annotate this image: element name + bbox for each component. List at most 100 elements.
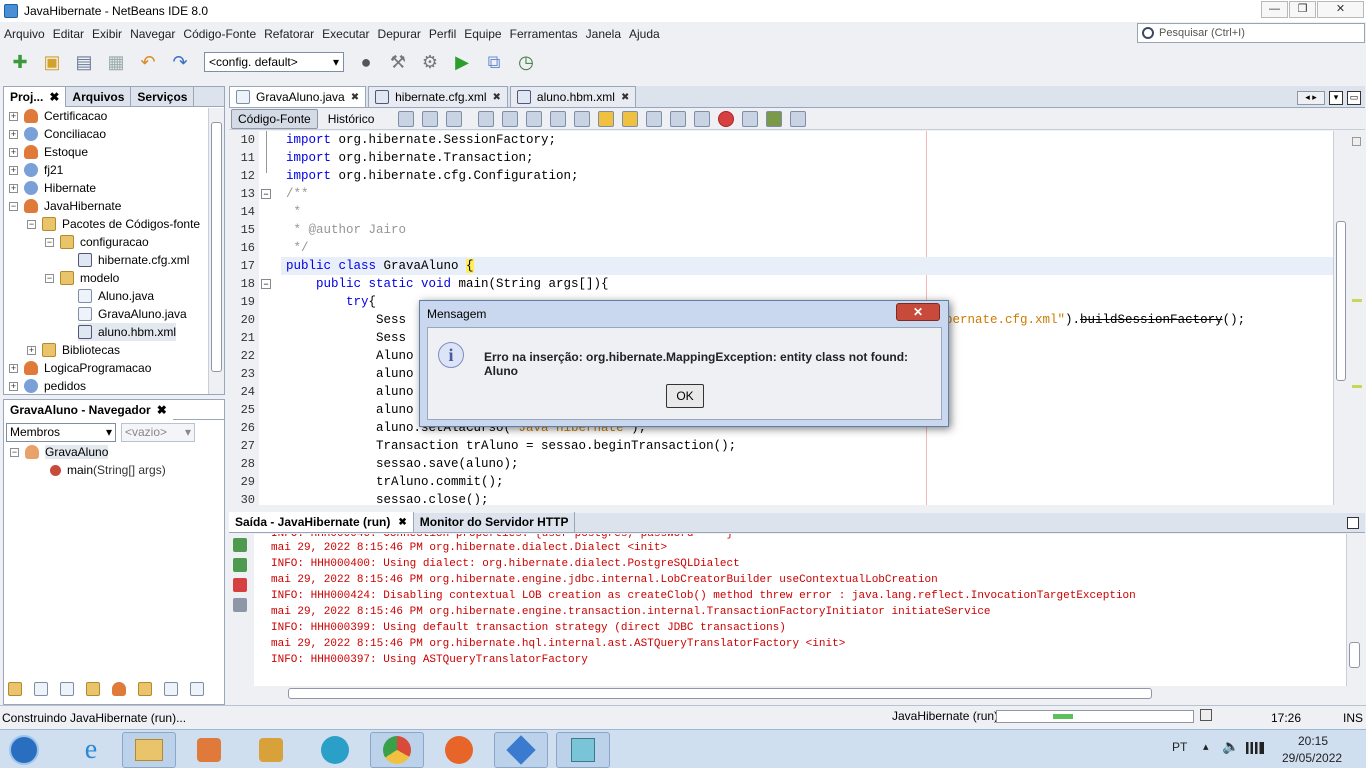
tree-item[interactable]: + pedidos (9, 377, 86, 395)
sort-source-icon[interactable] (190, 682, 204, 696)
previous-bookmark-icon[interactable] (598, 110, 615, 127)
non-public-icon[interactable] (112, 682, 126, 696)
show-hidden-icons[interactable]: ▴ (1203, 740, 1209, 753)
next-bookmark-icon[interactable] (622, 110, 639, 127)
notepad-icon[interactable] (556, 732, 610, 768)
ok-button[interactable]: OK (666, 384, 704, 408)
config-select[interactable]: <config. default> ▾ (204, 52, 344, 72)
menu-arquivo[interactable]: Arquivo (4, 27, 45, 41)
menu-refatorar[interactable]: Refatorar (264, 27, 314, 41)
tab-output[interactable]: Saída - JavaHibernate (run) ✖ (229, 512, 414, 532)
clock-date[interactable]: 29/05/2022 (1282, 751, 1342, 765)
tree-item[interactable]: + Conciliacao (9, 125, 106, 143)
toggle-bookmark-icon[interactable] (646, 110, 663, 127)
tree-item[interactable]: + Bibliotecas (27, 341, 120, 359)
chrome-icon[interactable] (370, 732, 424, 768)
last-edit-icon[interactable] (398, 110, 415, 127)
rerun-icon[interactable] (233, 538, 247, 552)
tree-item[interactable]: − JavaHibernate (9, 197, 121, 215)
output-hscrollbar[interactable] (254, 686, 1346, 702)
history-button[interactable]: Histórico (328, 112, 375, 126)
find-next-icon[interactable] (526, 110, 543, 127)
tree-item[interactable]: + fj21 (9, 161, 63, 179)
fold-toggle[interactable]: − (261, 279, 271, 289)
tree-item[interactable]: + Certificacao (9, 107, 107, 125)
tree-item[interactable]: + LogicaProgramacao (9, 359, 151, 377)
tab-aluno-hbm[interactable]: aluno.hbm.xml ✖ (509, 86, 637, 107)
rerun-with-args-icon[interactable] (233, 558, 247, 572)
search-box[interactable]: Pesquisar (Ctrl+I) (1137, 23, 1365, 43)
menu-navegar[interactable]: Navegar (130, 27, 175, 41)
sort-name-icon[interactable] (164, 682, 178, 696)
new-file-icon[interactable]: ✚ (8, 50, 32, 74)
tab-navigator[interactable]: GravaAluno - Navegador ✖ (4, 399, 173, 420)
globe-icon[interactable]: ● (354, 50, 378, 74)
fold-toggle[interactable]: − (261, 189, 271, 199)
start-button[interactable] (4, 732, 44, 768)
close-button[interactable]: ✕ (1317, 1, 1364, 18)
menu-codigo-fonte[interactable]: Código-Fonte (183, 27, 256, 41)
menu-janela[interactable]: Janela (586, 27, 621, 41)
close-icon[interactable]: ✖ (49, 90, 59, 104)
control-panel-icon[interactable] (244, 732, 298, 768)
scroll-thumb[interactable] (211, 122, 222, 372)
menu-editar[interactable]: Editar (53, 27, 84, 41)
tree-item[interactable]: GravaAluno.java (78, 305, 187, 323)
new-project-icon[interactable]: ▣ (40, 50, 64, 74)
tab-projects[interactable]: Proj... ✖ (4, 86, 67, 107)
projects-scrollbar[interactable] (208, 108, 224, 394)
volume-icon[interactable]: 🔈 (1222, 738, 1239, 755)
tab-files[interactable]: Arquivos (66, 86, 132, 107)
tab-scroll-arrows[interactable]: ◂ ▸ (1297, 91, 1325, 105)
navigator-class[interactable]: − GravaAluno (10, 443, 109, 461)
output-vscrollbar[interactable] (1346, 534, 1362, 686)
undo-icon[interactable]: ↶ (136, 50, 160, 74)
tab-gravaaluno[interactable]: GravaAluno.java ✖ (229, 86, 367, 107)
file-explorer-icon[interactable] (122, 732, 176, 768)
tree-item[interactable]: Aluno.java (78, 287, 154, 305)
firefox-icon[interactable] (432, 732, 486, 768)
tab-http-monitor[interactable]: Monitor do Servidor HTTP (414, 512, 576, 532)
find-previous-icon[interactable] (502, 110, 519, 127)
tree-item[interactable]: − Pacotes de Códigos-fonte (27, 215, 200, 233)
record-macro-icon[interactable] (718, 110, 735, 127)
maximize-editor-icon[interactable]: ▭ (1347, 91, 1361, 105)
tree-item[interactable]: − configuracao (45, 233, 149, 251)
editor-scrollbar[interactable] (1333, 131, 1348, 505)
run-icon[interactable]: ▶ (450, 50, 474, 74)
navigator-method[interactable]: main (String[] args) (50, 461, 166, 479)
toggle-rect-select-icon[interactable] (574, 110, 591, 127)
static-icon[interactable] (60, 682, 74, 696)
menu-exibir[interactable]: Exibir (92, 27, 122, 41)
sort-icon[interactable] (138, 682, 152, 696)
source-button[interactable]: Código-Fonte (231, 108, 318, 129)
internet-explorer-icon[interactable]: e (64, 732, 118, 768)
close-icon[interactable]: ✖ (493, 92, 501, 103)
shift-right-icon[interactable] (694, 110, 711, 127)
scroll-thumb[interactable] (1349, 642, 1360, 668)
back-icon[interactable] (422, 110, 439, 127)
language-indicator[interactable]: PT (1172, 740, 1187, 754)
tree-item[interactable]: − modelo (45, 269, 119, 287)
close-icon[interactable]: ✖ (398, 517, 406, 528)
tab-hibernate-cfg[interactable]: hibernate.cfg.xml ✖ (368, 86, 508, 107)
comment-icon[interactable] (766, 110, 783, 127)
open-project-icon[interactable]: ▤ (72, 50, 96, 74)
network-icon[interactable] (1246, 742, 1264, 754)
minimize-output-icon[interactable] (1347, 517, 1359, 529)
inherited-icon[interactable] (86, 682, 100, 696)
forward-icon[interactable] (446, 110, 463, 127)
menu-depurar[interactable]: Depurar (378, 27, 421, 41)
shift-left-icon[interactable] (670, 110, 687, 127)
scroll-thumb[interactable] (1336, 221, 1346, 381)
redo-icon[interactable]: ↷ (168, 50, 192, 74)
cancel-task-icon[interactable] (1200, 709, 1212, 721)
running-task[interactable]: JavaHibernate (run) (892, 709, 998, 723)
fields-icon[interactable] (34, 682, 48, 696)
edge-icon[interactable] (308, 732, 362, 768)
clean-build-icon[interactable]: ⚙ (418, 50, 442, 74)
toggle-highlight-icon[interactable] (550, 110, 567, 127)
dialog-close-button[interactable]: ✕ (896, 303, 940, 321)
menu-perfil[interactable]: Perfil (429, 27, 456, 41)
menu-executar[interactable]: Executar (322, 27, 369, 41)
